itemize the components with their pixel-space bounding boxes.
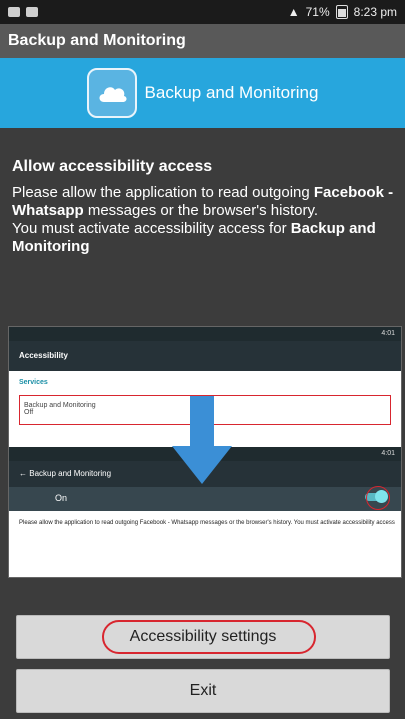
screenshot-accessibility-header: Accessibility [9, 341, 401, 371]
cloud-icon [86, 68, 137, 118]
accessibility-settings-label: Accessibility settings [129, 628, 277, 645]
page-heading: Allow accessibility access [12, 158, 213, 175]
back-arrow-icon: ← [19, 469, 27, 478]
app-banner: Backup and Monitoring [0, 58, 405, 128]
accessibility-settings-button[interactable]: Accessibility settings [16, 615, 390, 659]
screenshot-description: Please allow the application to read out… [19, 520, 395, 526]
main-content: Allow accessibility access Please allow … [0, 128, 405, 719]
instructions: Please allow the application to read out… [12, 184, 398, 256]
message-icon [26, 7, 38, 17]
exit-label: Exit [189, 682, 217, 699]
screenshot-time-1: 4:01 [381, 330, 395, 337]
signal-icon: ▲ [287, 5, 300, 19]
toggle-highlight-ring [366, 486, 390, 510]
screenshot-time-2: 4:01 [381, 450, 395, 457]
screenshot-toggle-row: On [9, 487, 401, 511]
clock: 8:23 pm [353, 5, 397, 19]
instructions-line2: messages or the browser's history. [83, 202, 319, 219]
battery-percent: 71% [305, 5, 330, 19]
image-icon [8, 7, 20, 17]
instructions-line1: Please allow the application to read out… [12, 184, 310, 201]
banner-title: Backup and Monitoring [144, 83, 319, 102]
battery-icon [335, 5, 348, 19]
screenshot-service-title: Backup and Monitoring [29, 469, 112, 478]
down-arrow-icon [172, 396, 232, 484]
app-bar: Backup and Monitoring [0, 24, 405, 58]
exit-button[interactable]: Exit [16, 669, 390, 713]
screenshot-status-bar: 4:01 [9, 327, 401, 341]
instructions-line3: You must activate accessibility access f… [12, 220, 291, 237]
app-title: Backup and Monitoring [8, 32, 186, 49]
status-bar: ▲ 71% 8:23 pm [0, 0, 405, 24]
screenshot-services-label: Services [19, 379, 48, 386]
